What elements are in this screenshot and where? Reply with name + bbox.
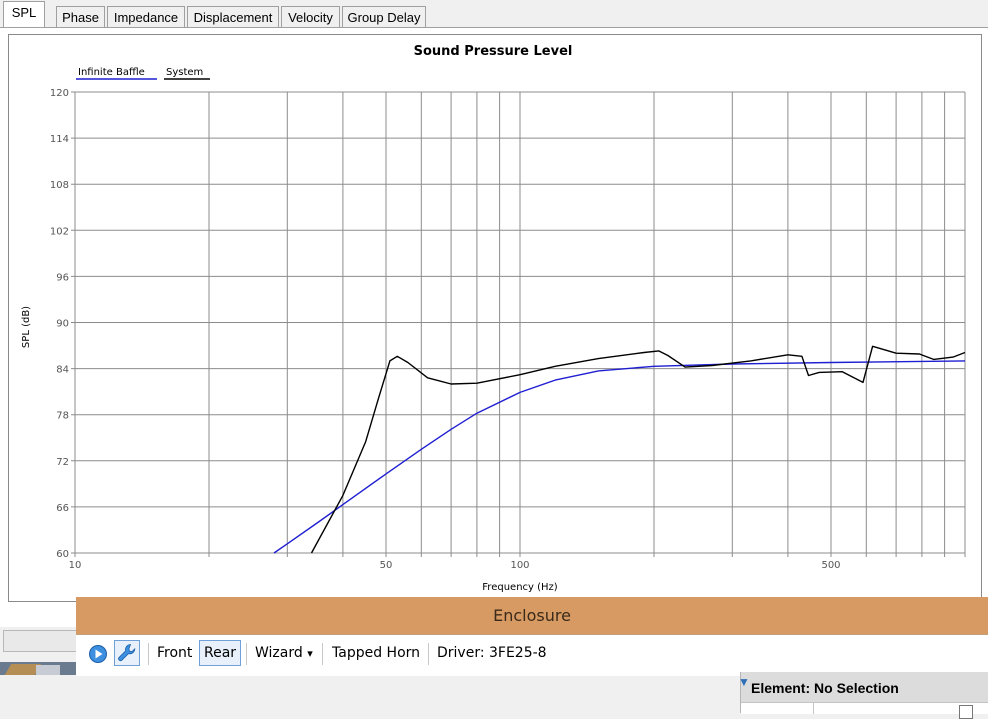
y-tick-label: 72 <box>56 457 69 468</box>
tab-velocity[interactable]: Velocity <box>281 6 340 27</box>
property-divider <box>813 703 814 714</box>
window-thumbnail[interactable] <box>0 662 78 675</box>
y-tick-label: 114 <box>50 134 69 145</box>
chart-grid <box>71 91 966 557</box>
y-tick-label: 60 <box>56 549 69 560</box>
x-tick-label: 500 <box>821 560 840 571</box>
x-tick-label: 100 <box>510 560 529 571</box>
element-panel-title: Element: No Selection <box>751 680 899 696</box>
wizard-button[interactable]: Wizard ▾ <box>255 640 313 666</box>
toolbar-separator <box>246 643 247 665</box>
legend-system: System <box>166 67 203 78</box>
y-tick-label: 90 <box>56 319 69 330</box>
tab-spl[interactable]: SPL <box>3 1 45 28</box>
front-button[interactable]: Front <box>157 640 192 666</box>
y-tick-label: 78 <box>56 411 69 422</box>
chevron-down-icon: ▾ <box>307 647 313 660</box>
spl-chart: Sound Pressure Level Infinite Baffle Sys… <box>8 34 982 602</box>
driver-label[interactable]: Driver: 3FE25-8 <box>437 640 547 666</box>
y-tick-label: 96 <box>56 272 69 283</box>
tab-phase[interactable]: Phase <box>56 6 105 27</box>
enclosure-title: Enclosure <box>76 597 988 634</box>
tab-impedance[interactable]: Impedance <box>107 6 185 27</box>
toolbar-separator <box>322 643 323 665</box>
y-axis-label: SPL (dB) <box>21 306 32 348</box>
element-property-row <box>741 702 988 719</box>
spl-chart-svg: Sound Pressure Level Infinite Baffle Sys… <box>21 44 966 593</box>
tapped-horn-button[interactable]: Tapped Horn <box>332 640 420 666</box>
toolbar-separator <box>428 643 429 665</box>
y-tick-label: 102 <box>50 226 69 237</box>
wrench-icon[interactable] <box>114 640 140 666</box>
property-checkbox[interactable] <box>959 705 973 719</box>
tab-displacement[interactable]: Displacement <box>187 6 279 27</box>
series-line-system <box>310 345 966 554</box>
y-tick-label: 66 <box>56 503 69 514</box>
enclosure-toolbar: Front Rear Wizard ▾ Tapped Horn Driver: … <box>76 634 988 719</box>
legend-infinite-baffle: Infinite Baffle <box>78 67 145 78</box>
x-axis-label: Frequency (Hz) <box>482 582 558 593</box>
series-line-infinite-baffle <box>273 360 966 554</box>
enclosure-window: Enclosure Front Rear Wizard ▾ Tapped Hor… <box>76 597 988 719</box>
y-tick-label: 108 <box>50 180 69 191</box>
y-tick-label: 84 <box>56 365 69 376</box>
x-tick-label: 10 <box>69 560 82 571</box>
toolbar-separator <box>148 643 149 665</box>
element-panel: ▼ Element: No Selection <box>738 672 988 719</box>
rear-button[interactable]: Rear <box>199 640 242 666</box>
play-icon[interactable] <box>88 644 108 664</box>
chart-series <box>273 345 966 554</box>
chart-legend: Infinite Baffle System <box>76 67 210 80</box>
status-field <box>3 630 85 652</box>
chart-tabs: SPL Phase Impedance Displacement Velocit… <box>0 0 988 28</box>
collapse-triangle-icon[interactable]: ▼ <box>738 675 750 689</box>
y-tick-label: 120 <box>50 88 69 99</box>
tab-group-delay[interactable]: Group Delay <box>342 6 426 27</box>
chart-title: Sound Pressure Level <box>414 44 573 59</box>
wizard-label: Wizard <box>255 645 303 661</box>
x-axis-ticks: 10 50 100 500 <box>69 560 841 571</box>
y-axis-ticks: 60 66 72 78 84 90 96 102 108 114 120 <box>50 88 69 560</box>
x-tick-label: 50 <box>380 560 393 571</box>
